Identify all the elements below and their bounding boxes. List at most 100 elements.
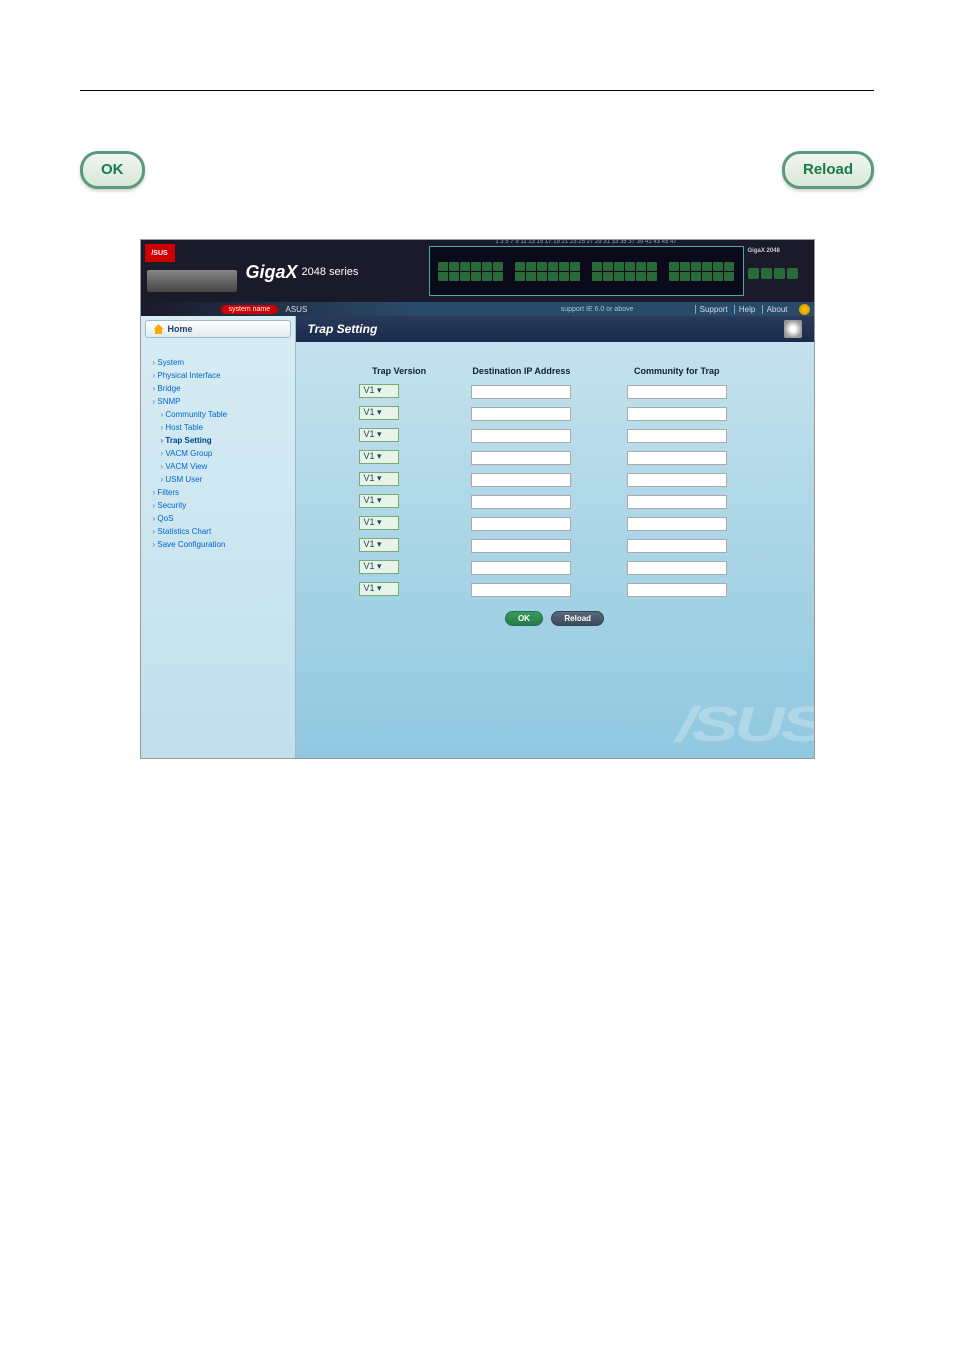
trap-table-wrap: Trap Version Destination IP Address Comm… — [355, 362, 755, 626]
trap-version-select[interactable]: V1 ▾ — [359, 450, 399, 464]
col-trap-version: Trap Version — [355, 362, 444, 380]
sidebar-item-filters[interactable]: Filters — [147, 486, 289, 499]
side-icon — [761, 268, 772, 279]
table-row: V1 ▾ — [355, 534, 755, 556]
side-icon — [748, 268, 759, 279]
dest-ip-input[interactable] — [471, 539, 571, 553]
sidebar-item-community-table[interactable]: Community Table — [147, 408, 289, 421]
col-dest-ip: Destination IP Address — [444, 362, 599, 380]
top-divider — [80, 90, 874, 91]
panel-ok-button[interactable]: OK — [505, 611, 543, 626]
table-row: V1 ▾ — [355, 380, 755, 402]
watermark: /SUS — [676, 696, 814, 752]
reload-button-inline[interactable]: Reload — [782, 151, 874, 189]
trap-version-select[interactable]: V1 ▾ — [359, 406, 399, 420]
link-support[interactable]: Support — [695, 305, 732, 314]
dest-ip-input[interactable] — [471, 517, 571, 531]
panel-header: Trap Setting — [296, 316, 814, 342]
app-screenshot: /SUS GigaX 2048 series 1 3 5 7 9 11 13 1… — [140, 239, 815, 759]
action-row: OK Reload — [355, 608, 755, 626]
content-area: Home SystemPhysical InterfaceBridgeSNMPC… — [141, 316, 814, 758]
community-input[interactable] — [627, 539, 727, 553]
product-brand: GigaX — [246, 262, 298, 283]
dest-ip-input[interactable] — [471, 473, 571, 487]
side-icon — [787, 268, 798, 279]
sidebar-item-vacm-group[interactable]: VACM Group — [147, 447, 289, 460]
sidebar-item-host-table[interactable]: Host Table — [147, 421, 289, 434]
system-name-value: ASUS — [286, 305, 308, 314]
sidebar-item-trap-setting[interactable]: Trap Setting — [147, 434, 289, 447]
logout-icon[interactable] — [799, 304, 810, 315]
port-group-1 — [438, 262, 503, 281]
ok-button-inline[interactable]: OK — [80, 151, 145, 189]
model-label: GigaX 2048 — [748, 248, 810, 254]
port-group-4 — [669, 262, 734, 281]
community-input[interactable] — [627, 473, 727, 487]
panel-title: Trap Setting — [308, 322, 378, 336]
community-input[interactable] — [627, 495, 727, 509]
table-row: V1 ▾ — [355, 402, 755, 424]
top-banner: /SUS GigaX 2048 series 1 3 5 7 9 11 13 1… — [141, 240, 814, 302]
home-label: Home — [168, 324, 193, 334]
table-row: V1 ▾ — [355, 512, 755, 534]
sidebar-item-system[interactable]: System — [147, 356, 289, 369]
community-input[interactable] — [627, 407, 727, 421]
sidebar-item-usm-user[interactable]: USM User — [147, 473, 289, 486]
link-help[interactable]: Help — [734, 305, 759, 314]
sidebar-item-snmp[interactable]: SNMP — [147, 395, 289, 408]
trap-version-select[interactable]: V1 ▾ — [359, 428, 399, 442]
trap-table: Trap Version Destination IP Address Comm… — [355, 362, 755, 600]
table-row: V1 ▾ — [355, 556, 755, 578]
switch-image — [147, 270, 237, 292]
home-button[interactable]: Home — [145, 320, 291, 338]
col-community: Community for Trap — [599, 362, 754, 380]
system-name-label: system name — [221, 305, 279, 314]
dest-ip-input[interactable] — [471, 451, 571, 465]
community-input[interactable] — [627, 561, 727, 575]
dest-ip-input[interactable] — [471, 495, 571, 509]
trap-version-select[interactable]: V1 ▾ — [359, 516, 399, 530]
trap-version-select[interactable]: V1 ▾ — [359, 494, 399, 508]
link-about[interactable]: About — [762, 305, 792, 314]
community-input[interactable] — [627, 517, 727, 531]
sidebar-item-vacm-view[interactable]: VACM View — [147, 460, 289, 473]
community-input[interactable] — [627, 583, 727, 597]
asus-logo: /SUS — [145, 244, 175, 262]
sidebar-item-qos[interactable]: QoS — [147, 512, 289, 525]
nav-list: SystemPhysical InterfaceBridgeSNMPCommun… — [141, 342, 295, 565]
community-input[interactable] — [627, 385, 727, 399]
sidebar-item-security[interactable]: Security — [147, 499, 289, 512]
system-name-bar: system name ASUS support IE 6.0 or above… — [141, 302, 814, 316]
trap-version-select[interactable]: V1 ▾ — [359, 538, 399, 552]
table-row: V1 ▾ — [355, 446, 755, 468]
dest-ip-input[interactable] — [471, 561, 571, 575]
dest-ip-input[interactable] — [471, 407, 571, 421]
dest-ip-input[interactable] — [471, 583, 571, 597]
trap-version-select[interactable]: V1 ▾ — [359, 582, 399, 596]
trap-version-select[interactable]: V1 ▾ — [359, 472, 399, 486]
community-input[interactable] — [627, 451, 727, 465]
trap-version-select[interactable]: V1 ▾ — [359, 384, 399, 398]
side-icon — [774, 268, 785, 279]
trap-version-select[interactable]: V1 ▾ — [359, 560, 399, 574]
product-series: 2048 series — [302, 266, 359, 278]
banner-side-info: GigaX 2048 — [748, 248, 810, 279]
port-group-3 — [592, 262, 657, 281]
sidebar-item-statistics-chart[interactable]: Statistics Chart — [147, 525, 289, 538]
browser-note: support IE 6.0 or above — [561, 306, 634, 313]
port-group-2 — [515, 262, 580, 281]
community-input[interactable] — [627, 429, 727, 443]
dest-ip-input[interactable] — [471, 385, 571, 399]
dest-ip-input[interactable] — [471, 429, 571, 443]
port-panel — [429, 246, 744, 296]
main-panel: Trap Setting Trap Version Destination IP… — [296, 316, 814, 758]
sidebar-item-physical-interface[interactable]: Physical Interface — [147, 369, 289, 382]
sidebar-item-save-configuration[interactable]: Save Configuration — [147, 538, 289, 551]
home-icon — [154, 324, 164, 334]
sidebar-item-bridge[interactable]: Bridge — [147, 382, 289, 395]
instruction-text: OK Reload — [80, 151, 874, 189]
table-row: V1 ▾ — [355, 490, 755, 512]
product-name: GigaX 2048 series — [246, 258, 426, 286]
panel-reload-button[interactable]: Reload — [551, 611, 604, 626]
sidebar: Home SystemPhysical InterfaceBridgeSNMPC… — [141, 316, 296, 758]
